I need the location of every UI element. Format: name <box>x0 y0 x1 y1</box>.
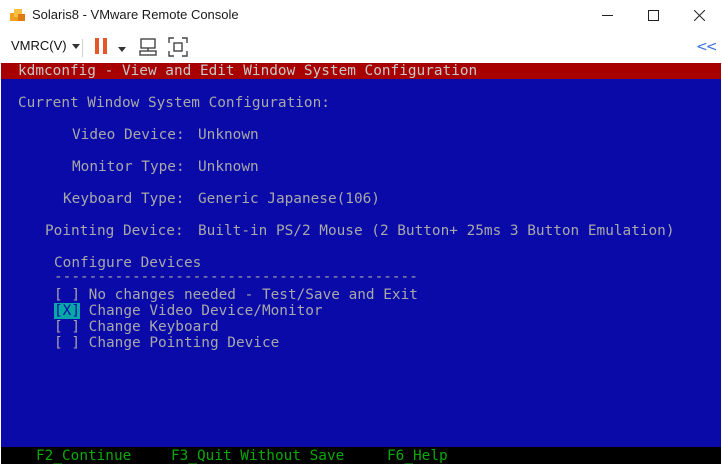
vm-console-screen[interactable]: kdmconfig - View and Edit Window System … <box>1 63 721 464</box>
option-change-keyboard[interactable]: [ ] Change Keyboard <box>54 319 219 335</box>
function-key-bar: F2_Continue F3_Quit Without Save F6_Help <box>1 447 721 464</box>
keyboard-type-value: Generic Japanese(106) <box>198 191 380 207</box>
pause-icon[interactable] <box>93 37 109 55</box>
send-ctrl-alt-del-icon[interactable] <box>138 37 158 57</box>
fit-guest-icon[interactable] <box>168 37 188 57</box>
minimize-button[interactable] <box>584 0 630 31</box>
keyboard-type-label: Keyboard Type: <box>63 191 185 207</box>
chevron-down-icon <box>71 44 80 49</box>
option-label: No changes needed - Test/Save and Exit <box>88 287 418 303</box>
pause-menu-chevron-icon[interactable] <box>118 47 126 52</box>
video-device-value: Unknown <box>198 127 259 143</box>
close-button[interactable] <box>676 0 722 31</box>
kdmconfig-header: kdmconfig - View and Edit Window System … <box>18 63 478 79</box>
monitor-type-label: Monitor Type: <box>72 159 185 175</box>
window-title-bar[interactable]: Solaris8 - VMware Remote Console <box>0 0 722 31</box>
option-change-pointing[interactable]: [ ] Change Pointing Device <box>54 335 279 351</box>
option-checkbox[interactable]: [ ] <box>54 335 80 351</box>
toolbar-divider <box>82 39 83 57</box>
option-checkbox-selected[interactable]: [X] <box>54 303 80 319</box>
option-checkbox[interactable]: [ ] <box>54 287 80 303</box>
f3-quit-key[interactable]: F3_Quit Without Save <box>171 448 344 464</box>
vmware-app-icon <box>10 9 25 21</box>
vmrc-menu-label: VMRC(V) <box>11 38 67 53</box>
option-checkbox[interactable]: [ ] <box>54 319 80 335</box>
option-no-changes[interactable]: [ ] No changes needed - Test/Save and Ex… <box>54 287 418 303</box>
kdmconfig-header-bar: kdmconfig - View and Edit Window System … <box>1 63 721 79</box>
option-label: Change Pointing Device <box>88 335 280 351</box>
minimize-icon <box>601 15 613 16</box>
close-icon <box>693 10 705 21</box>
vmrc-toolbar: VMRC(V) << <box>0 31 722 64</box>
monitor-type-value: Unknown <box>198 159 259 175</box>
f6-help-key[interactable]: F6_Help <box>387 448 448 464</box>
current-config-title: Current Window System Configuration: <box>18 95 330 111</box>
vmrc-menu-button[interactable]: VMRC(V) <box>11 38 80 53</box>
pointing-device-value: Built-in PS/2 Mouse (2 Button+ 25ms 3 Bu… <box>198 223 675 239</box>
option-label: Change Video Device/Monitor <box>88 303 323 319</box>
option-label: Change Keyboard <box>88 319 219 335</box>
option-change-video[interactable]: [X] Change Video Device/Monitor <box>54 303 323 319</box>
collapse-toolbar-icon[interactable]: << <box>696 39 718 55</box>
maximize-button[interactable] <box>630 0 676 31</box>
pointing-device-label: Pointing Device: <box>45 223 184 239</box>
maximize-icon <box>647 10 659 21</box>
window-title: Solaris8 - VMware Remote Console <box>32 7 239 22</box>
video-device-label: Video Device: <box>72 127 185 143</box>
f2-continue-key[interactable]: F2_Continue <box>36 448 131 464</box>
configure-divider: ----------------------------------------… <box>54 269 418 285</box>
